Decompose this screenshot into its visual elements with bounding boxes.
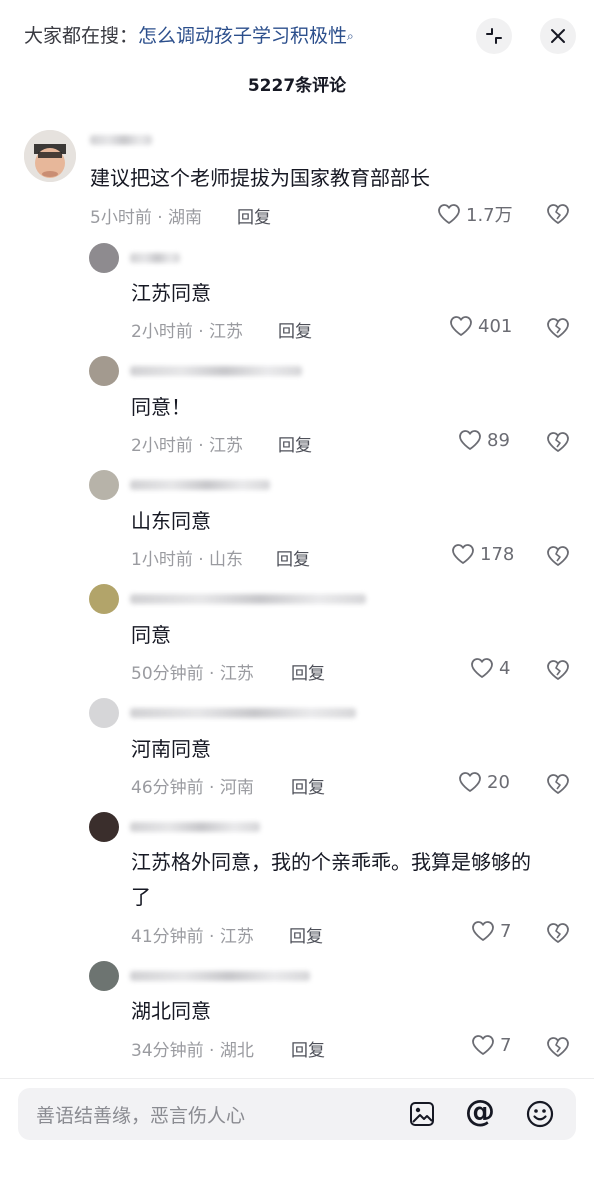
broken-heart-icon[interactable] bbox=[545, 203, 571, 225]
reply-button[interactable]: 回复 bbox=[291, 659, 325, 684]
heart-icon bbox=[472, 1035, 494, 1055]
close-button[interactable] bbox=[540, 18, 576, 54]
reply-button[interactable]: 回复 bbox=[291, 773, 325, 798]
comment-text-line-2: 了 bbox=[131, 885, 151, 909]
broken-heart-icon[interactable] bbox=[545, 1036, 571, 1058]
username-blurred[interactable] bbox=[130, 822, 260, 832]
close-icon bbox=[551, 29, 565, 43]
like-button[interactable]: 20 bbox=[458, 771, 510, 793]
broken-heart-icon[interactable] bbox=[545, 545, 571, 567]
avatar[interactable] bbox=[89, 584, 119, 614]
like-button[interactable]: 7 bbox=[471, 1034, 511, 1056]
comment-input-placeholder: 善语结善缘，恶言伤人心 bbox=[36, 1105, 246, 1127]
like-count: 4 bbox=[499, 657, 511, 679]
reply-button[interactable]: 回复 bbox=[276, 545, 310, 570]
broken-heart-icon[interactable] bbox=[545, 773, 571, 795]
username-blurred[interactable] bbox=[130, 594, 366, 604]
broken-heart-icon[interactable] bbox=[545, 922, 571, 944]
like-count: 20 bbox=[487, 771, 510, 793]
heart-icon bbox=[452, 544, 474, 564]
collapse-icon bbox=[486, 28, 502, 44]
comment-text: 同意 bbox=[131, 623, 171, 647]
reply-button[interactable]: 回复 bbox=[289, 922, 323, 947]
avatar[interactable] bbox=[89, 356, 119, 386]
username-blurred[interactable] bbox=[130, 253, 180, 263]
heart-icon bbox=[459, 772, 481, 792]
comment-time-location: 1小时前 · 山东 bbox=[131, 550, 244, 570]
emoji-icon[interactable] bbox=[525, 1099, 555, 1129]
like-button[interactable]: 1.7万 bbox=[437, 201, 513, 227]
trending-search-hint[interactable]: 大家都在搜：怎么调动孩子学习积极性⌕ bbox=[24, 22, 354, 50]
avatar[interactable] bbox=[89, 243, 119, 273]
reply-button[interactable]: 回复 bbox=[278, 317, 312, 342]
like-button[interactable]: 178 bbox=[451, 543, 514, 565]
comment-time-location: 2小时前 · 江苏 bbox=[131, 436, 244, 456]
heart-icon bbox=[471, 658, 493, 678]
comment-time-location: 2小时前 · 江苏 bbox=[131, 322, 244, 342]
at-mention-icon[interactable]: @ bbox=[465, 1095, 495, 1129]
search-hint-query[interactable]: 怎么调动孩子学习积极性 bbox=[138, 25, 347, 47]
comment-text: 山东同意 bbox=[131, 509, 211, 533]
username-blurred[interactable] bbox=[130, 480, 270, 490]
heart-icon bbox=[438, 204, 460, 224]
like-count: 401 bbox=[478, 315, 513, 337]
avatar[interactable] bbox=[89, 812, 119, 842]
like-button[interactable]: 7 bbox=[471, 920, 511, 942]
comment-text: 同意！ bbox=[131, 395, 191, 419]
reply-button[interactable]: 回复 bbox=[278, 431, 312, 456]
image-icon[interactable] bbox=[408, 1100, 436, 1128]
like-button[interactable]: 401 bbox=[449, 315, 512, 337]
heart-icon bbox=[459, 430, 481, 450]
collapse-button[interactable] bbox=[476, 18, 512, 54]
comment-text: 建议把这个老师提拔为国家教育部部长 bbox=[90, 166, 430, 190]
username-blurred[interactable] bbox=[130, 971, 310, 981]
broken-heart-icon[interactable] bbox=[545, 659, 571, 681]
comment-text: 河南同意 bbox=[131, 737, 211, 761]
comment-text: 湖北同意 bbox=[131, 999, 211, 1023]
like-count: 7 bbox=[500, 920, 512, 942]
like-count: 1.7万 bbox=[466, 205, 513, 226]
like-count: 178 bbox=[480, 543, 515, 565]
heart-icon bbox=[472, 921, 494, 941]
reply-button[interactable]: 回复 bbox=[291, 1036, 325, 1061]
broken-heart-icon[interactable] bbox=[545, 317, 571, 339]
like-count: 89 bbox=[487, 429, 510, 451]
like-button[interactable]: 89 bbox=[458, 429, 510, 451]
avatar[interactable] bbox=[89, 698, 119, 728]
like-count: 7 bbox=[500, 1034, 512, 1056]
comment-time-location: 46分钟前 · 河南 bbox=[131, 778, 254, 798]
comment-time-location: 34分钟前 · 湖北 bbox=[131, 1041, 254, 1061]
reply-button[interactable]: 回复 bbox=[237, 203, 271, 228]
comment-count: 5227条评论 bbox=[247, 76, 347, 96]
like-button[interactable]: 4 bbox=[470, 657, 510, 679]
heart-icon bbox=[450, 316, 472, 336]
avatar[interactable] bbox=[24, 130, 76, 182]
username-blurred[interactable] bbox=[130, 708, 356, 718]
comment-time-location: 50分钟前 · 江苏 bbox=[131, 664, 254, 684]
username-blurred[interactable] bbox=[90, 135, 152, 145]
comment-time-location: 41分钟前 · 江苏 bbox=[131, 927, 254, 947]
comment-text: 江苏同意 bbox=[131, 281, 211, 305]
search-hint-prefix: 大家都在搜： bbox=[24, 25, 139, 47]
username-blurred[interactable] bbox=[130, 366, 302, 376]
magnifier-icon: ⌕ bbox=[347, 29, 354, 43]
avatar[interactable] bbox=[89, 470, 119, 500]
comment-text-line-1: 江苏格外同意，我的个亲乖乖。我算是够够的 bbox=[131, 850, 531, 874]
broken-heart-icon[interactable] bbox=[545, 431, 571, 453]
comment-time-location: 5小时前 · 湖南 bbox=[90, 208, 203, 228]
avatar[interactable] bbox=[89, 961, 119, 991]
